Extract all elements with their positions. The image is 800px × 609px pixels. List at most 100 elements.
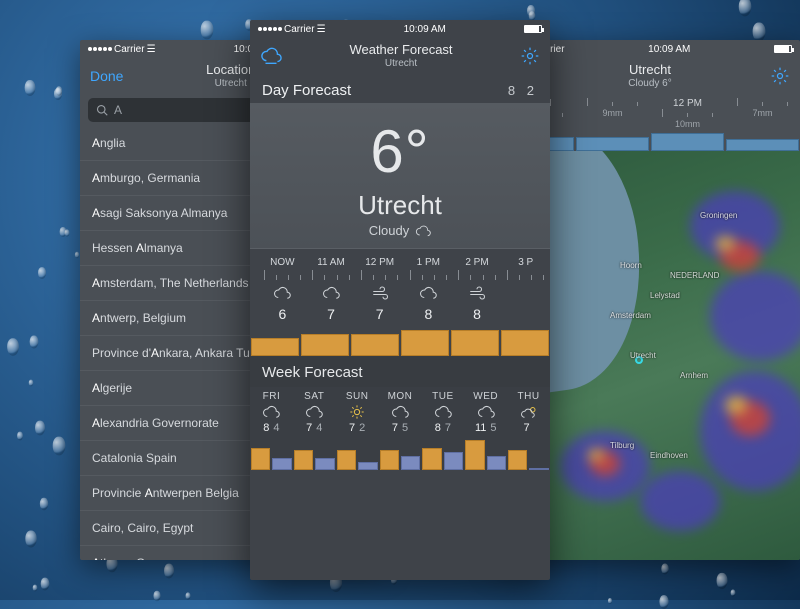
cloud-icon xyxy=(307,284,356,302)
psun-icon xyxy=(507,404,550,420)
cloud-icon xyxy=(464,404,507,420)
hour-column: NOW6 xyxy=(258,257,307,322)
wifi-icon: ☰ xyxy=(147,44,156,55)
week-bar-lo xyxy=(401,456,420,470)
nav-subtitle: Utrecht xyxy=(349,58,452,69)
day-forecast-hilo: 8 2 xyxy=(508,83,538,98)
cloud-icon xyxy=(415,225,431,237)
hour-bar xyxy=(401,330,449,356)
map-label: Eindhoven xyxy=(650,451,688,460)
-icon xyxy=(501,284,550,302)
battery-icon xyxy=(774,45,792,53)
day-column: SUN72 xyxy=(336,391,379,434)
day-forecast-header: Day Forecast 8 2 xyxy=(250,74,550,103)
day-column: FRI84 xyxy=(250,391,293,434)
week-forecast-header: Week Forecast xyxy=(250,356,550,387)
rain-column: 7mm xyxy=(725,98,800,129)
navbar: Weather Forecast Utrecht xyxy=(250,38,550,74)
status-bar: Carrier ☰ 10:09 AM xyxy=(250,20,550,38)
map-label: Amsterdam xyxy=(610,311,651,320)
hour-bar xyxy=(501,330,549,356)
map-label: Groningen xyxy=(700,211,737,220)
day-forecast-label: Day Forecast xyxy=(262,82,351,99)
hour-bar xyxy=(351,334,399,356)
clock: 10:09 AM xyxy=(404,24,446,35)
week-bar-hi xyxy=(422,448,441,470)
rain-bar xyxy=(726,139,799,151)
hour-column: 11 AM7 xyxy=(307,257,356,322)
current-condition: Cloudy xyxy=(369,223,409,238)
done-button[interactable]: Done xyxy=(90,68,123,84)
hour-bar xyxy=(251,338,299,356)
settings-button[interactable] xyxy=(770,66,790,86)
current-weather: 6° Utrecht Cloudy xyxy=(250,103,550,248)
week-bar-lo xyxy=(487,456,506,470)
battery-icon xyxy=(524,25,542,33)
map-label: Utrecht xyxy=(630,351,656,360)
week-bar-hi xyxy=(465,440,484,470)
radar-blob xyxy=(588,449,604,461)
hour-column: 12 PM7 xyxy=(355,257,404,322)
cloud-icon xyxy=(250,404,293,420)
map-label: NEDERLAND xyxy=(670,271,719,280)
current-city: Utrecht xyxy=(250,190,550,221)
week-bar-lo xyxy=(444,452,463,470)
wind-icon xyxy=(355,284,404,302)
radar-blob xyxy=(710,271,800,361)
week-bar-lo xyxy=(529,468,548,470)
cloud-icon xyxy=(421,404,464,420)
map-label: Tilburg xyxy=(610,441,634,450)
clock: 10:09 AM xyxy=(648,44,690,55)
rain-column: 9mm xyxy=(575,98,650,129)
week-bars xyxy=(250,434,550,470)
day-column: SAT74 xyxy=(293,391,336,434)
week-bar-hi xyxy=(508,450,527,470)
cloud-icon xyxy=(293,404,336,420)
radar-blob xyxy=(715,236,735,251)
week-bar-hi xyxy=(337,450,356,470)
radar-blob xyxy=(725,396,747,414)
day-column: TUE87 xyxy=(421,391,464,434)
week-bar-hi xyxy=(251,448,270,470)
hourly-bars xyxy=(250,322,550,356)
day-column: MON75 xyxy=(379,391,422,434)
radar-blob xyxy=(640,471,720,531)
rain-bar xyxy=(651,133,724,151)
hour-column: 2 PM8 xyxy=(453,257,502,322)
wind-icon xyxy=(453,284,502,302)
rain-column: 12 PM10mm xyxy=(650,98,725,129)
search-value: A xyxy=(114,103,122,117)
week-bar-hi xyxy=(294,450,313,470)
rain-bar xyxy=(576,137,649,151)
settings-button[interactable] xyxy=(520,46,540,66)
map-label: Lelystad xyxy=(650,291,680,300)
day-column: THU7 xyxy=(507,391,550,434)
week-bar-lo xyxy=(272,458,291,470)
hour-bar xyxy=(451,330,499,356)
cloud-icon xyxy=(258,284,307,302)
week-bar-lo xyxy=(358,462,377,470)
cloud-icon xyxy=(404,284,453,302)
hour-bar xyxy=(301,334,349,356)
weather-icon-button[interactable] xyxy=(260,45,282,67)
nav-title: Location xyxy=(206,63,255,77)
phone-forecast: Carrier ☰ 10:09 AM Weather Forecast Utre… xyxy=(250,20,550,580)
week-bar-hi xyxy=(380,450,399,470)
map-label: Hoorn xyxy=(620,261,642,270)
map-label: Arnhem xyxy=(680,371,708,380)
day-column: WED115 xyxy=(464,391,507,434)
nav-title: Weather Forecast xyxy=(349,43,452,57)
nav-subtitle: Utrecht xyxy=(206,78,255,89)
carrier-label: Carrier xyxy=(114,44,145,55)
nav-title: Utrecht xyxy=(628,63,671,77)
week-forecast[interactable]: FRI84SAT74SUN72MON75TUE87WED115THU7 xyxy=(250,387,550,434)
nav-subtitle: Cloudy 6° xyxy=(628,78,671,89)
sun-icon xyxy=(336,404,379,420)
hour-column: 3 P xyxy=(501,257,550,322)
search-icon xyxy=(96,104,108,116)
wifi-icon: ☰ xyxy=(317,24,326,35)
hourly-forecast[interactable]: NOW611 AM712 PM71 PM82 PM83 P xyxy=(250,248,550,322)
hour-column: 1 PM8 xyxy=(404,257,453,322)
cloud-icon xyxy=(379,404,422,420)
week-bar-lo xyxy=(315,458,334,470)
